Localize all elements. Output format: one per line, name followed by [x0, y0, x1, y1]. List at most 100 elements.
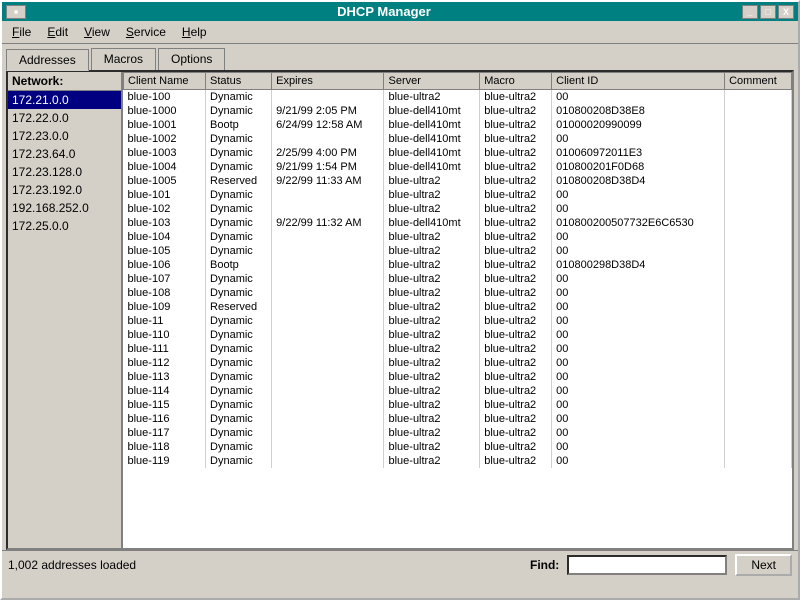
addresses-table: Client Name Status Expires Server Macro …	[123, 72, 792, 468]
table-row[interactable]: blue-111Dynamicblue-ultra2blue-ultra200	[124, 342, 792, 356]
network-item-1[interactable]: 172.22.0.0	[8, 109, 121, 127]
table-cell: blue-ultra2	[480, 370, 552, 384]
table-row[interactable]: blue-103Dynamic9/22/99 11:32 AMblue-dell…	[124, 216, 792, 230]
table-row[interactable]: blue-11Dynamicblue-ultra2blue-ultra200	[124, 314, 792, 328]
table-cell: blue-ultra2	[384, 272, 480, 286]
table-row[interactable]: blue-106Bootpblue-ultra2blue-ultra201080…	[124, 258, 792, 272]
table-cell: blue-ultra2	[480, 342, 552, 356]
table-cell: blue-ultra2	[384, 356, 480, 370]
network-item-3[interactable]: 172.23.64.0	[8, 145, 121, 163]
table-row[interactable]: blue-107Dynamicblue-ultra2blue-ultra200	[124, 272, 792, 286]
next-button[interactable]: Next	[735, 554, 792, 576]
table-cell	[272, 342, 384, 356]
table-cell: blue-ultra2	[384, 202, 480, 216]
table-row[interactable]: blue-1002Dynamicblue-dell410mtblue-ultra…	[124, 132, 792, 146]
table-row[interactable]: blue-115Dynamicblue-ultra2blue-ultra200	[124, 398, 792, 412]
table-cell: blue-ultra2	[384, 286, 480, 300]
table-cell: blue-ultra2	[384, 244, 480, 258]
table-cell: blue-ultra2	[384, 398, 480, 412]
table-cell: blue-ultra2	[384, 454, 480, 468]
table-row[interactable]: blue-101Dynamicblue-ultra2blue-ultra200	[124, 188, 792, 202]
tab-macros[interactable]: Macros	[91, 48, 156, 70]
window-icon[interactable]: ▪	[6, 5, 26, 19]
menu-view[interactable]: View	[78, 23, 116, 41]
table-cell: blue-115	[124, 398, 206, 412]
col-expires[interactable]: Expires	[272, 73, 384, 90]
table-cell: 00	[552, 426, 725, 440]
title-bar: ▪ DHCP Manager _ □ X	[2, 2, 798, 21]
find-input[interactable]	[567, 555, 727, 575]
table-row[interactable]: blue-109Reservedblue-ultra2blue-ultra200	[124, 300, 792, 314]
close-button[interactable]: X	[778, 5, 794, 19]
table-row[interactable]: blue-1000Dynamic9/21/99 2:05 PMblue-dell…	[124, 104, 792, 118]
network-item-7[interactable]: 172.25.0.0	[8, 217, 121, 235]
table-cell: Dynamic	[206, 398, 272, 412]
table-row[interactable]: blue-1005Reserved9/22/99 11:33 AMblue-ul…	[124, 174, 792, 188]
table-row[interactable]: blue-1004Dynamic9/21/99 1:54 PMblue-dell…	[124, 160, 792, 174]
col-comment[interactable]: Comment	[725, 73, 792, 90]
table-cell: blue-ultra2	[480, 174, 552, 188]
table-row[interactable]: blue-110Dynamicblue-ultra2blue-ultra200	[124, 328, 792, 342]
network-header: Network:	[8, 72, 121, 91]
table-cell	[725, 230, 792, 244]
table-cell: blue-ultra2	[384, 370, 480, 384]
table-cell: blue-106	[124, 258, 206, 272]
table-cell: blue-ultra2	[480, 314, 552, 328]
table-cell: Dynamic	[206, 216, 272, 230]
table-cell: blue-ultra2	[384, 384, 480, 398]
table-row[interactable]: blue-1001Bootp6/24/99 12:58 AMblue-dell4…	[124, 118, 792, 132]
table-cell	[725, 104, 792, 118]
menu-help[interactable]: Help	[176, 23, 213, 41]
table-cell	[272, 188, 384, 202]
table-row[interactable]: blue-102Dynamicblue-ultra2blue-ultra200	[124, 202, 792, 216]
table-row[interactable]: blue-108Dynamicblue-ultra2blue-ultra200	[124, 286, 792, 300]
menu-service[interactable]: Service	[120, 23, 172, 41]
menu-edit[interactable]: Edit	[41, 23, 74, 41]
tab-options[interactable]: Options	[158, 48, 225, 70]
table-cell: 00	[552, 90, 725, 105]
network-item-6[interactable]: 192.168.252.0	[8, 199, 121, 217]
table-cell: Dynamic	[206, 454, 272, 468]
table-row[interactable]: blue-1003Dynamic2/25/99 4:00 PMblue-dell…	[124, 146, 792, 160]
table-cell: blue-109	[124, 300, 206, 314]
network-item-4[interactable]: 172.23.128.0	[8, 163, 121, 181]
table-cell	[272, 286, 384, 300]
table-cell: blue-ultra2	[384, 342, 480, 356]
col-server[interactable]: Server	[384, 73, 480, 90]
table-row[interactable]: blue-113Dynamicblue-ultra2blue-ultra200	[124, 370, 792, 384]
table-row[interactable]: blue-112Dynamicblue-ultra2blue-ultra200	[124, 356, 792, 370]
network-item-0[interactable]: 172.21.0.0	[8, 91, 121, 109]
table-row[interactable]: blue-116Dynamicblue-ultra2blue-ultra200	[124, 412, 792, 426]
table-cell: 00	[552, 188, 725, 202]
maximize-button[interactable]: □	[760, 5, 776, 19]
network-item-2[interactable]: 172.23.0.0	[8, 127, 121, 145]
col-status[interactable]: Status	[206, 73, 272, 90]
col-macro[interactable]: Macro	[480, 73, 552, 90]
table-row[interactable]: blue-117Dynamicblue-ultra2blue-ultra200	[124, 426, 792, 440]
table-cell	[725, 146, 792, 160]
minimize-button[interactable]: _	[742, 5, 758, 19]
table-row[interactable]: blue-100Dynamicblue-ultra2blue-ultra200	[124, 90, 792, 105]
col-client-id[interactable]: Client ID	[552, 73, 725, 90]
table-cell: 00	[552, 132, 725, 146]
table-row[interactable]: blue-118Dynamicblue-ultra2blue-ultra200	[124, 440, 792, 454]
menu-file[interactable]: File	[6, 23, 37, 41]
table-cell: blue-dell410mt	[384, 216, 480, 230]
table-cell: blue-dell410mt	[384, 118, 480, 132]
table-cell: Reserved	[206, 300, 272, 314]
table-row[interactable]: blue-119Dynamicblue-ultra2blue-ultra200	[124, 454, 792, 468]
table-row[interactable]: blue-104Dynamicblue-ultra2blue-ultra200	[124, 230, 792, 244]
table-row[interactable]: blue-114Dynamicblue-ultra2blue-ultra200	[124, 384, 792, 398]
col-client-name[interactable]: Client Name	[124, 73, 206, 90]
table-cell: 010800200507732E6C6530	[552, 216, 725, 230]
network-item-5[interactable]: 172.23.192.0	[8, 181, 121, 199]
table-cell: 00	[552, 412, 725, 426]
table-row[interactable]: blue-105Dynamicblue-ultra2blue-ultra200	[124, 244, 792, 258]
table-cell: blue-ultra2	[480, 272, 552, 286]
table-cell	[725, 300, 792, 314]
table-cell: blue-113	[124, 370, 206, 384]
table-cell: blue-116	[124, 412, 206, 426]
table-cell: blue-ultra2	[480, 412, 552, 426]
table-cell	[725, 314, 792, 328]
tab-addresses[interactable]: Addresses	[6, 49, 89, 71]
